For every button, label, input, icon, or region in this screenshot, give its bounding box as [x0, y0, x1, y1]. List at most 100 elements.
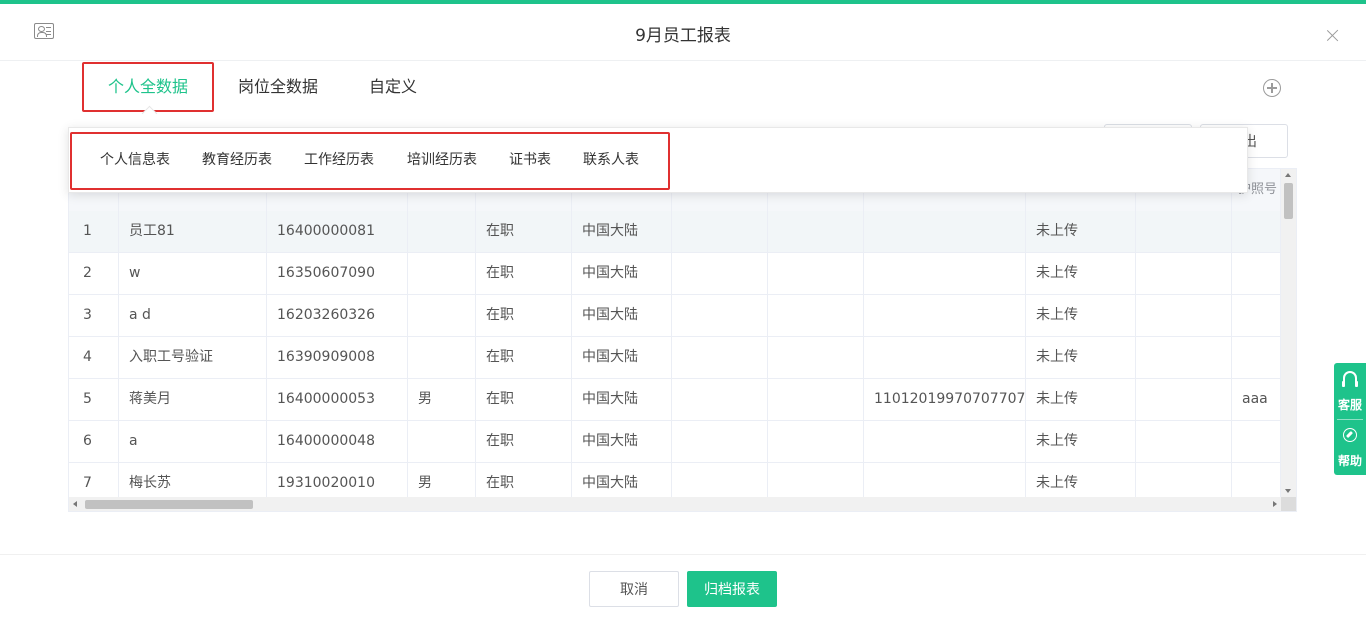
cell-col7 — [672, 337, 768, 378]
cell-region: 中国大陆 — [572, 295, 672, 336]
cell-id-no — [864, 337, 1026, 378]
cell-id-no — [864, 211, 1026, 252]
cell-name: w — [119, 253, 267, 294]
plus-circle-icon[interactable] — [1263, 79, 1281, 97]
compass-icon — [1343, 428, 1357, 442]
cell-col8 — [768, 421, 864, 462]
cell-index: 3 — [69, 295, 119, 336]
cell-passport-no — [1232, 295, 1281, 336]
cell-col8 — [768, 379, 864, 420]
cell-id-no — [864, 295, 1026, 336]
cell-passport-no: aaa — [1232, 379, 1281, 420]
cell-employee-no: 19310020010 — [267, 463, 408, 497]
dialog-footer: 取消 归档报表 — [0, 554, 1366, 626]
vertical-scrollbar[interactable] — [1281, 169, 1296, 497]
cell-col8 — [768, 337, 864, 378]
dialog-header: 9月员工报表 — [0, 4, 1366, 61]
service-label: 客服 — [1337, 398, 1362, 412]
cell-col11 — [1136, 211, 1232, 252]
cell-upload-status: 未上传 — [1026, 421, 1136, 462]
cell-upload-status: 未上传 — [1026, 211, 1136, 252]
cell-col8 — [768, 211, 864, 252]
cell-gender — [408, 211, 476, 252]
cell-gender: 男 — [408, 379, 476, 420]
table-row[interactable]: 7 梅长苏 19310020010 男在职 中国大陆 未上传 — [69, 463, 1281, 497]
cell-region: 中国大陆 — [572, 379, 672, 420]
cell-col7 — [672, 295, 768, 336]
scroll-down-icon[interactable] — [1285, 489, 1291, 493]
cell-index: 4 — [69, 337, 119, 378]
cell-upload-status: 未上传 — [1026, 379, 1136, 420]
cell-col11 — [1136, 421, 1232, 462]
tab-personal-all-data[interactable]: 个人全数据 — [82, 62, 214, 112]
cell-status: 在职 — [476, 211, 572, 252]
subtab-training[interactable]: 培训经历表 — [407, 128, 477, 192]
cell-name: 员工81 — [119, 211, 267, 252]
cell-col7 — [672, 253, 768, 294]
table-body: 1 员工81 16400000081 在职 中国大陆 未上传 2 w 16350607090 在职… — [69, 211, 1281, 497]
cell-gender — [408, 337, 476, 378]
subtab-certificates[interactable]: 证书表 — [509, 128, 551, 192]
table-row[interactable]: 2 w 16350607090 在职 中国大陆 未上传 — [69, 253, 1281, 295]
cell-index: 7 — [69, 463, 119, 497]
cell-passport-no — [1232, 421, 1281, 462]
horizontal-scrollbar[interactable] — [69, 497, 1281, 511]
cell-passport-no — [1232, 463, 1281, 497]
cell-passport-no — [1232, 253, 1281, 294]
scroll-up-icon[interactable] — [1285, 173, 1291, 177]
cell-index: 5 — [69, 379, 119, 420]
cell-employee-no: 16350607090 — [267, 253, 408, 294]
cell-col8 — [768, 253, 864, 294]
cell-employee-no: 16400000053 — [267, 379, 408, 420]
cell-index: 2 — [69, 253, 119, 294]
subtab-dropdown: 个人信息表 教育经历表 工作经历表 培训经历表 证书表 联系人表 — [68, 127, 1248, 193]
cell-passport-no — [1232, 337, 1281, 378]
archive-report-button[interactable]: 归档报表 — [687, 571, 777, 607]
subtab-education[interactable]: 教育经历表 — [202, 128, 272, 192]
cell-col7 — [672, 463, 768, 497]
vertical-scroll-thumb[interactable] — [1284, 183, 1293, 219]
subtab-contacts[interactable]: 联系人表 — [583, 128, 639, 192]
cell-index: 6 — [69, 421, 119, 462]
cell-status: 在职 — [476, 295, 572, 336]
cell-id-no — [864, 421, 1026, 462]
cell-region: 中国大陆 — [572, 337, 672, 378]
cell-col11 — [1136, 337, 1232, 378]
cell-region: 中国大陆 — [572, 421, 672, 462]
cell-id-no — [864, 253, 1026, 294]
side-float-panel: 客服 帮助 — [1334, 363, 1366, 475]
cell-name: a d — [119, 295, 267, 336]
table-row[interactable]: 3a d 16203260326 在职 中国大陆 未上传 — [69, 295, 1281, 337]
table-row[interactable]: 1 员工81 16400000081 在职 中国大陆 未上传 — [69, 211, 1281, 253]
cell-upload-status: 未上传 — [1026, 337, 1136, 378]
horizontal-scroll-thumb[interactable] — [85, 500, 253, 509]
tab-position-all-data[interactable]: 岗位全数据 — [238, 62, 318, 112]
subtab-work-history[interactable]: 工作经历表 — [304, 128, 374, 192]
table-row[interactable]: 5 蒋美月 16400000053 男在职 中国大陆 110120199707077070… — [69, 379, 1281, 421]
cell-status: 在职 — [476, 421, 572, 462]
cell-upload-status: 未上传 — [1026, 295, 1136, 336]
cell-name: 梅长苏 — [119, 463, 267, 497]
cell-status: 在职 — [476, 337, 572, 378]
table-row[interactable]: 4 入职工号验证 16390909008 在职 中国大陆 未上传 — [69, 337, 1281, 379]
scroll-right-icon[interactable] — [1273, 501, 1277, 507]
cell-employee-no: 16203260326 — [267, 295, 408, 336]
cell-col8 — [768, 295, 864, 336]
table-row[interactable]: 6 a 16400000048 在职 中国大陆 未上传 — [69, 421, 1281, 463]
cell-col7 — [672, 211, 768, 252]
cell-employee-no: 16400000081 — [267, 211, 408, 252]
cell-col11 — [1136, 379, 1232, 420]
tab-custom[interactable]: 自定义 — [369, 62, 417, 112]
cell-gender — [408, 295, 476, 336]
help-button[interactable]: 帮助 — [1334, 419, 1366, 475]
subtab-personal-info[interactable]: 个人信息表 — [100, 128, 170, 192]
cancel-button[interactable]: 取消 — [589, 571, 679, 607]
headset-icon — [1342, 371, 1358, 387]
scroll-left-icon[interactable] — [73, 501, 77, 507]
cell-col11 — [1136, 463, 1232, 497]
close-icon[interactable] — [1323, 26, 1343, 46]
service-button[interactable]: 客服 — [1334, 363, 1366, 419]
cell-col11 — [1136, 295, 1232, 336]
cell-employee-no: 16400000048 — [267, 421, 408, 462]
cell-gender — [408, 253, 476, 294]
